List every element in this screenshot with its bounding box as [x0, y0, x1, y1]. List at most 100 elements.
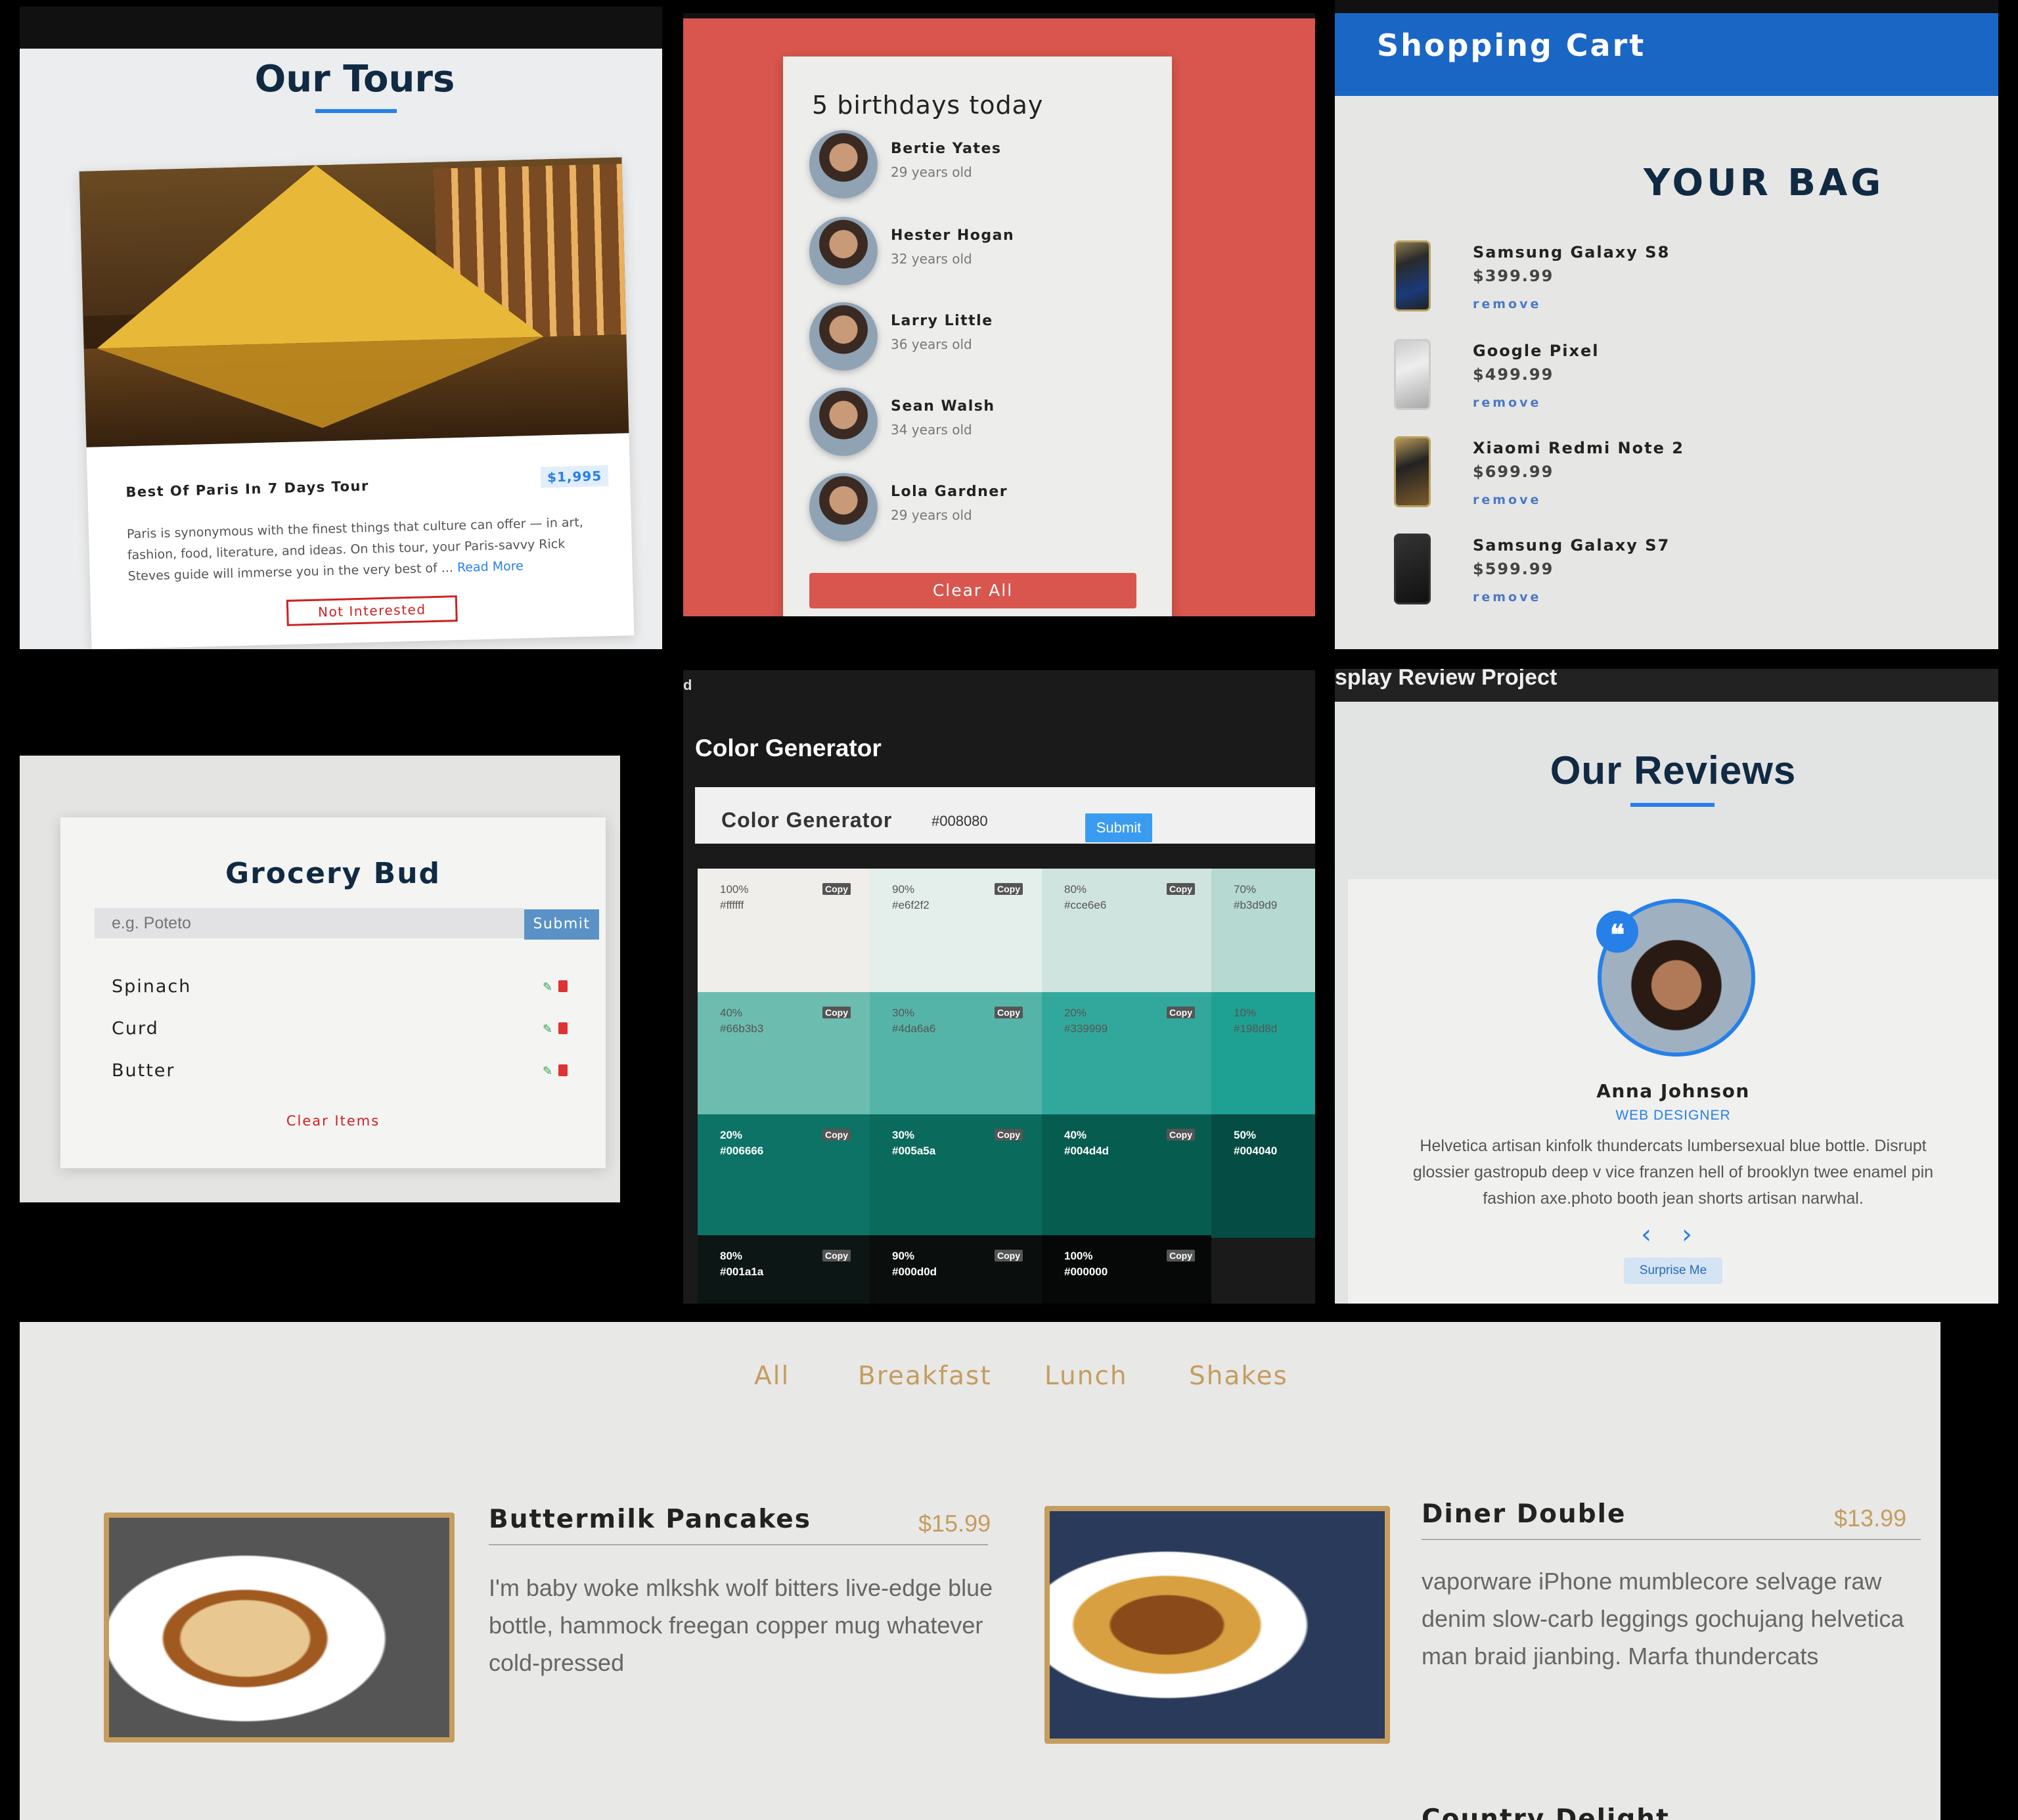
swatch-hex: #66b3b3 — [720, 1022, 764, 1035]
form-title: Color Generator — [721, 808, 893, 832]
trash-icon[interactable] — [558, 1064, 568, 1076]
edit-icon[interactable]: ✎ — [543, 1064, 553, 1078]
color-swatch[interactable]: 20% #339999 Copy — [1042, 992, 1211, 1116]
tab-lunch[interactable]: Lunch — [1044, 1361, 1128, 1391]
title-fragment: splay Review Project — [1335, 669, 1558, 690]
title-fragment: d — [683, 677, 692, 693]
color-swatch[interactable]: 30% #4da6a6 Copy — [870, 992, 1042, 1116]
color-swatch[interactable]: 10% #198d8d — [1211, 992, 1315, 1116]
color-swatch[interactable]: 30% #005a5a Copy — [870, 1114, 1042, 1238]
tour-price: $1,995 — [540, 465, 609, 488]
item-name: Google Pixel — [1473, 342, 1600, 360]
swatch-percent: 90% — [892, 1250, 915, 1262]
read-more-link[interactable]: Read More — [457, 558, 524, 575]
clear-items-button[interactable]: Clear Items — [60, 1113, 606, 1129]
menu-item-price: $13.99 — [1834, 1505, 1907, 1532]
copy-button[interactable]: Copy — [822, 883, 851, 895]
clear-all-button[interactable]: Clear All — [809, 573, 1136, 608]
phone-image — [1394, 534, 1431, 604]
reviewer-job: WEB DESIGNER — [1615, 1108, 1731, 1123]
swatch-percent: 10% — [1234, 1007, 1257, 1019]
chevron-left-icon[interactable]: ‹ — [1641, 1219, 1651, 1250]
copy-button[interactable]: Copy — [995, 1007, 1023, 1018]
remove-button[interactable]: remove — [1473, 396, 1541, 410]
swatch-hex: #b3d9d9 — [1234, 899, 1278, 911]
trash-icon[interactable] — [558, 980, 568, 992]
copy-button[interactable]: Copy — [822, 1129, 851, 1141]
window-heading: Color Generator — [695, 735, 882, 762]
swatch-hex: #004d4d — [1064, 1145, 1110, 1157]
phone-image — [1394, 436, 1431, 507]
submit-button[interactable]: Submit — [1085, 813, 1152, 842]
edit-icon[interactable]: ✎ — [543, 980, 553, 994]
grocery-input[interactable] — [95, 908, 524, 938]
birthday-card: 5 birthdays today Bertie Yates 29 years o… — [783, 57, 1172, 616]
color-swatch[interactable]: 40% #66b3b3 Copy — [698, 992, 870, 1116]
swatch-hex: #001a1a — [720, 1265, 764, 1278]
color-input[interactable] — [924, 808, 1088, 834]
chevron-right-icon[interactable]: › — [1682, 1219, 1692, 1250]
cart-item: Xiaomi Redmi Note 2 $699.99 remove — [1394, 436, 1854, 528]
trash-icon[interactable] — [558, 1022, 568, 1034]
copy-button[interactable]: Copy — [995, 883, 1023, 895]
copy-button[interactable]: Copy — [1167, 1007, 1195, 1018]
color-swatch[interactable]: 50% #004040 — [1211, 1114, 1315, 1238]
remove-button[interactable]: remove — [1473, 590, 1541, 604]
copy-button[interactable]: Copy — [822, 1007, 851, 1018]
not-interested-button[interactable]: Not Interested — [286, 595, 458, 626]
title-underline — [315, 109, 397, 113]
cart-item: Google Pixel $499.99 remove — [1394, 339, 1854, 431]
color-swatch[interactable]: 80% #cce6e6 Copy — [1042, 869, 1211, 992]
color-swatch[interactable]: 40% #004d4d Copy — [1042, 1114, 1211, 1238]
color-swatch[interactable]: 90% #e6f2f2 Copy — [870, 869, 1042, 992]
phone-image — [1394, 339, 1431, 410]
tab-shakes[interactable]: Shakes — [1189, 1361, 1288, 1391]
birthday-panel: 5 birthdays today Bertie Yates 29 years o… — [683, 13, 1315, 616]
remove-button[interactable]: remove — [1473, 297, 1541, 311]
avatar — [809, 388, 878, 456]
edit-icon[interactable]: ✎ — [543, 1022, 553, 1036]
item-price: $599.99 — [1473, 560, 1554, 578]
color-swatch[interactable]: 20% #006666 Copy — [698, 1114, 870, 1238]
person-item: Sean Walsh 34 years old — [809, 388, 1151, 460]
swatch-percent: 100% — [1064, 1250, 1093, 1262]
copy-button[interactable]: Copy — [1167, 1250, 1195, 1262]
copy-button[interactable]: Copy — [995, 1250, 1023, 1262]
tab-all[interactable]: All — [754, 1361, 790, 1391]
copy-button[interactable]: Copy — [995, 1129, 1023, 1141]
swatch-percent: 40% — [720, 1007, 743, 1019]
browser-topbar — [20, 7, 662, 49]
color-swatch[interactable]: 100% #ffffff Copy — [698, 869, 870, 992]
tour-description: Paris is synonymous with the finest thin… — [127, 511, 608, 587]
submit-button[interactable]: Submit — [524, 909, 599, 940]
person-name: Lola Gardner — [891, 484, 1008, 500]
item-price: $699.99 — [1473, 463, 1554, 481]
reviewer-name: Anna Johnson — [1596, 1080, 1750, 1102]
color-swatch[interactable]: 70% #b3d9d9 — [1211, 869, 1315, 992]
quote-icon: ❝ — [1596, 911, 1638, 953]
color-swatch[interactable]: 90% #000d0d Copy — [870, 1235, 1042, 1304]
tours-title: Our Tours — [254, 58, 455, 101]
person-name: Sean Walsh — [891, 398, 995, 415]
swatch-percent: 90% — [892, 883, 915, 896]
tab-breakfast[interactable]: Breakfast — [858, 1361, 992, 1391]
menu-item-name: Diner Double — [1422, 1499, 1626, 1529]
swatch-hex: #e6f2f2 — [892, 899, 930, 911]
browser-topbar — [683, 13, 1315, 18]
color-swatch[interactable]: 80% #001a1a Copy — [698, 1235, 870, 1304]
copy-button[interactable]: Copy — [822, 1250, 851, 1262]
cart-brand: Shopping Cart — [1377, 28, 1646, 63]
menu-panel: All Breakfast Lunch Shakes Buttermilk Pa… — [20, 1322, 1940, 1820]
cart-panel: Shopping Cart YOUR BAG Samsung Galaxy S8… — [1335, 0, 1998, 649]
surprise-me-button[interactable]: Surprise Me — [1624, 1258, 1722, 1284]
person-name: Bertie Yates — [891, 141, 1002, 157]
copy-button[interactable]: Copy — [1167, 1129, 1195, 1141]
swatch-hex: #006666 — [720, 1145, 764, 1157]
remove-button[interactable]: remove — [1473, 493, 1541, 507]
swatch-percent: 40% — [1064, 1129, 1087, 1141]
copy-button[interactable]: Copy — [1167, 883, 1195, 895]
bag-heading: YOUR BAG — [1644, 162, 1885, 204]
color-swatch[interactable]: 100% #000000 Copy — [1042, 1235, 1211, 1304]
item-name: Spinach — [112, 976, 192, 997]
person-age: 32 years old — [891, 251, 972, 267]
